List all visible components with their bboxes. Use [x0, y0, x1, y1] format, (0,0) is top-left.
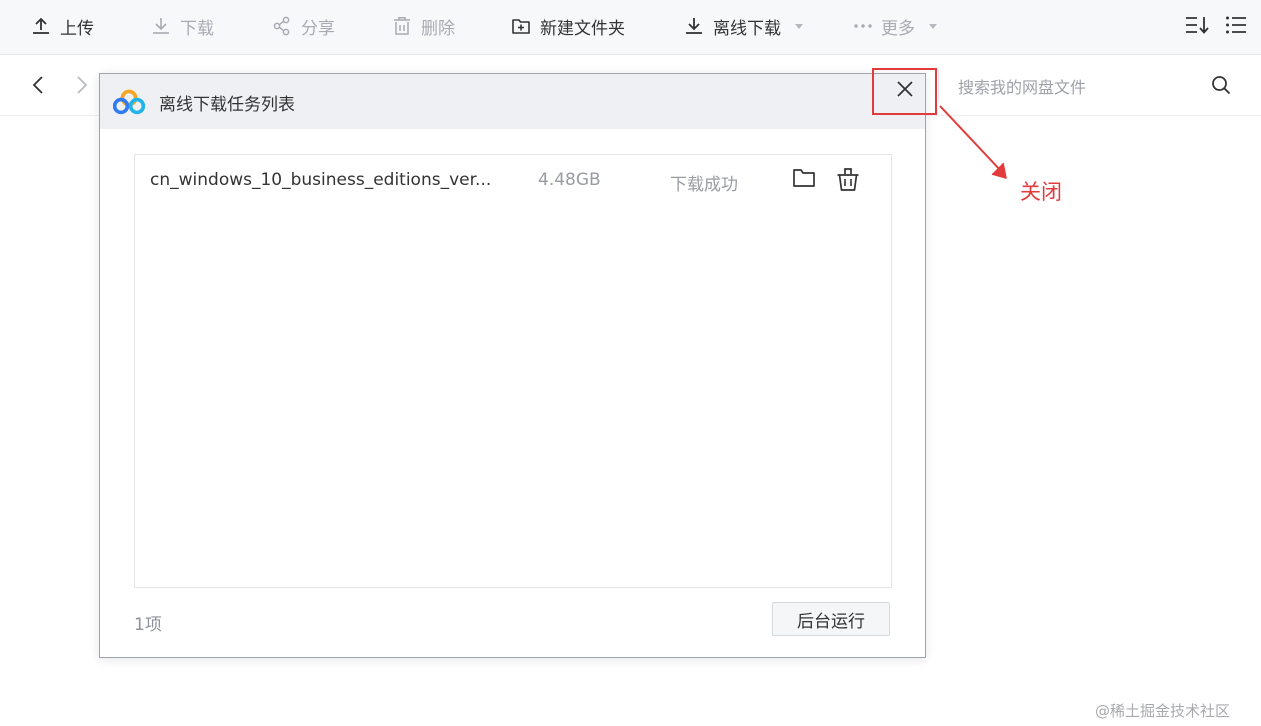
- delete-label: 删除: [421, 18, 455, 39]
- baidu-netdisk-logo-icon: [112, 89, 146, 119]
- offline-download-label: 离线下载: [713, 18, 781, 39]
- delete-button[interactable]: 删除: [392, 12, 455, 40]
- upload-button[interactable]: 上传: [31, 12, 94, 40]
- offline-download-dropdown-icon[interactable]: [795, 23, 803, 29]
- new-folder-button[interactable]: 新建文件夹: [511, 12, 625, 40]
- share-icon: [272, 16, 292, 36]
- search-divider: [938, 69, 939, 101]
- search-icon[interactable]: [1211, 75, 1231, 99]
- offline-download-icon: [684, 16, 704, 36]
- dialog-title: 离线下载任务列表: [159, 95, 295, 115]
- list-view-icon[interactable]: [1225, 14, 1247, 40]
- offline-download-button[interactable]: 离线下载: [684, 12, 803, 40]
- task-list: cn_windows_10_business_editions_ver... 4…: [134, 154, 892, 588]
- run-in-background-button[interactable]: 后台运行: [772, 602, 890, 636]
- more-dropdown-icon[interactable]: [929, 23, 937, 29]
- watermark: @稀土掘金技术社区: [1095, 702, 1231, 720]
- task-count: 1项: [134, 615, 162, 635]
- more-button[interactable]: 更多: [853, 12, 937, 40]
- offline-download-task-dialog: 离线下载任务列表 cn_windows_10_business_editions…: [99, 73, 926, 658]
- task-status: 下载成功: [670, 175, 738, 195]
- basket-delete-icon[interactable]: [836, 166, 860, 196]
- task-file-size: 4.48GB: [538, 170, 601, 190]
- search-input[interactable]: 搜索我的网盘文件: [958, 74, 1086, 98]
- more-label: 更多: [881, 18, 915, 39]
- annotation-highlight-box: [872, 68, 937, 115]
- more-dots-icon: [853, 16, 875, 36]
- share-label: 分享: [301, 18, 335, 39]
- chevron-right-icon[interactable]: [75, 75, 89, 99]
- upload-label: 上传: [60, 18, 94, 39]
- task-file-name: cn_windows_10_business_editions_ver...: [150, 170, 492, 190]
- sort-icon[interactable]: [1185, 14, 1211, 40]
- chevron-left-icon[interactable]: [31, 75, 45, 99]
- new-folder-icon: [511, 16, 531, 36]
- download-label: 下载: [180, 18, 214, 39]
- annotation-label: 关闭: [1020, 180, 1062, 204]
- share-button[interactable]: 分享: [272, 12, 335, 40]
- download-button[interactable]: 下载: [151, 12, 214, 40]
- download-icon: [151, 16, 171, 36]
- upload-icon: [31, 16, 51, 36]
- dialog-header: 离线下载任务列表: [100, 74, 925, 129]
- folder-icon[interactable]: [792, 167, 816, 193]
- task-row[interactable]: cn_windows_10_business_editions_ver... 4…: [135, 155, 891, 205]
- new-folder-label: 新建文件夹: [540, 18, 625, 39]
- top-toolbar: 上传 下载 分享 删除 新建文件夹 离线下载 更多: [0, 0, 1261, 55]
- trash-icon: [392, 16, 412, 36]
- annotation-arrow-icon: [930, 100, 1020, 188]
